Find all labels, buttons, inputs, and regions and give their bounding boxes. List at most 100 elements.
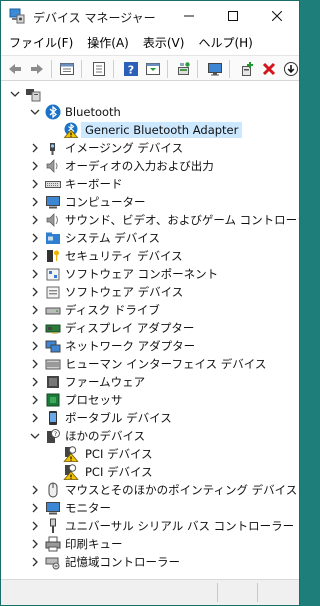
chevron-right-icon[interactable] [29,394,41,406]
tree-root[interactable] [1,85,299,103]
tree-item-portable-devices[interactable]: ポータブル デバイス [1,409,299,427]
chevron-right-icon[interactable] [29,214,41,226]
chevron-right-icon[interactable] [29,556,41,568]
tree-item-system-devices[interactable]: システム デバイス [1,229,299,247]
tree-item-processors[interactable]: プロセッサ [1,391,299,409]
chevron-right-icon[interactable] [29,484,41,496]
chevron-down-icon[interactable] [9,88,21,100]
display-adapter-icon [45,324,61,334]
toolbar-separator [167,60,168,78]
help-button[interactable]: ? [121,59,141,79]
tree-item-label: キーボード [65,177,123,191]
tree-item-audio-io[interactable]: オーディオの入力および出力 [1,157,299,175]
tree-item-bluetooth[interactable]: Bluetooth [1,103,299,121]
uninstall-button[interactable] [259,59,279,79]
bluetooth-icon [45,104,61,120]
toolbar-separator [197,60,198,78]
properties-button[interactable] [57,59,77,79]
tree-item-keyboards[interactable]: キーボード [1,175,299,193]
forward-button[interactable] [27,59,47,79]
chevron-right-icon[interactable] [29,520,41,532]
monitor-button[interactable] [205,59,225,79]
disable-button[interactable] [281,59,299,79]
chevron-right-icon[interactable] [29,502,41,514]
chevron-right-icon[interactable] [29,340,41,352]
tree-item-display-adapters[interactable]: ディスプレイ アダプター [1,319,299,337]
scan-hardware-button[interactable] [173,59,193,79]
tree-item-print-queues[interactable]: 印刷キュー [1,535,299,553]
device-manager-window: デバイス マネージャー ファイル(F) 操作(A) 表示(V) ヘルプ(H) ?… [0,0,300,606]
close-button[interactable] [255,1,299,31]
tree-item-pci-device-1[interactable]: PCI デバイス [1,445,299,463]
chevron-right-icon[interactable] [29,322,41,334]
update-driver-button[interactable] [89,59,109,79]
tree-item-disk-drives[interactable]: ディスク ドライブ [1,301,299,319]
tree-item-usb-controllers[interactable]: ユニバーサル シリアル バス コントローラー [1,517,299,535]
storage-controller-icon [45,557,60,570]
tree-item-label: ファームウェア [65,375,146,389]
tree-item-imaging-devices[interactable]: イメージング デバイス [1,139,299,157]
show-hide-console-tree-button[interactable] [143,59,163,79]
toolbar-separator [113,60,114,78]
chevron-right-icon[interactable] [29,142,41,154]
tree-item-hid[interactable]: ヒューマン インターフェイス デバイス [1,355,299,373]
minimize-button[interactable] [167,1,211,31]
menu-file[interactable]: ファイル(F) [1,33,79,53]
tree-item-label: 印刷キュー [65,537,123,551]
tree-item-label: サウンド、ビデオ、およびゲーム コントローラー [65,213,299,227]
tree-item-label: ほかのデバイス [65,429,146,443]
add-legacy-hardware-button[interactable] [237,59,257,79]
chevron-right-icon[interactable] [29,250,41,262]
computer-icon [26,89,41,102]
chevron-right-icon[interactable] [29,538,41,550]
device-tree[interactable]: Bluetooth Generic Bluetooth Adapter イメージ… [1,83,299,579]
chevron-right-icon[interactable] [29,376,41,388]
chevron-down-icon[interactable] [29,430,41,442]
tree-item-network-adapters[interactable]: ネットワーク アダプター [1,337,299,355]
tree-item-sound-video-game[interactable]: サウンド、ビデオ、およびゲーム コントローラー [1,211,299,229]
chevron-right-icon[interactable] [29,412,41,424]
tree-item-mice[interactable]: マウスとそのほかのポインティング デバイス [1,481,299,499]
chevron-right-icon[interactable] [29,232,41,244]
title-bar[interactable]: デバイス マネージャー [1,1,299,31]
chevron-right-icon[interactable] [29,286,41,298]
chevron-right-icon[interactable] [29,196,41,208]
chevron-right-icon[interactable] [29,304,41,316]
uninstall-x-icon [262,62,276,76]
svg-text:?: ? [128,64,134,77]
disable-down-icon [284,62,298,76]
chevron-right-icon[interactable] [29,358,41,370]
tree-item-other-devices[interactable]: ? ほかのデバイス [1,427,299,445]
tree-item-monitors[interactable]: モニター [1,499,299,517]
firmware-icon [47,376,59,388]
tree-item-label: ソフトウェア デバイス [65,285,184,299]
maximize-button[interactable] [211,1,255,31]
printer-icon [45,536,61,552]
tree-item-pci-device-2[interactable]: PCI デバイス [1,463,299,481]
show-hide-console-tree-icon [146,63,160,75]
menu-action[interactable]: 操作(A) [79,33,135,53]
tree-item-label: Generic Bluetooth Adapter [81,122,243,138]
tree-item-generic-bluetooth-adapter[interactable]: Generic Bluetooth Adapter [1,121,299,139]
chevron-right-icon[interactable] [29,160,41,172]
chevron-right-icon[interactable] [29,178,41,190]
tree-item-storage-controllers[interactable]: 記憶域コントローラー [1,553,299,571]
monitor-icon [208,63,222,76]
tree-item-security-devices[interactable]: セキュリティ デバイス [1,247,299,265]
chevron-down-icon[interactable] [29,106,41,118]
menu-help[interactable]: ヘルプ(H) [190,33,258,53]
tree-item-computer[interactable]: コンピューター [1,193,299,211]
back-button[interactable] [5,59,25,79]
tree-item-label: ネットワーク アダプター [65,339,196,353]
processor-icon [46,393,60,407]
tree-item-software-devices[interactable]: ソフトウェア デバイス [1,283,299,301]
menu-view[interactable]: 表示(V) [135,33,191,53]
bluetooth-warning-icon [63,122,79,138]
tree-item-label: Bluetooth [65,105,121,119]
tree-item-label: ディスク ドライブ [65,303,160,317]
status-bar [1,579,299,605]
tree-item-label: イメージング デバイス [65,141,184,155]
tree-item-software-components[interactable]: ソフトウェア コンポーネント [1,265,299,283]
tree-item-firmware[interactable]: ファームウェア [1,373,299,391]
chevron-right-icon[interactable] [29,268,41,280]
